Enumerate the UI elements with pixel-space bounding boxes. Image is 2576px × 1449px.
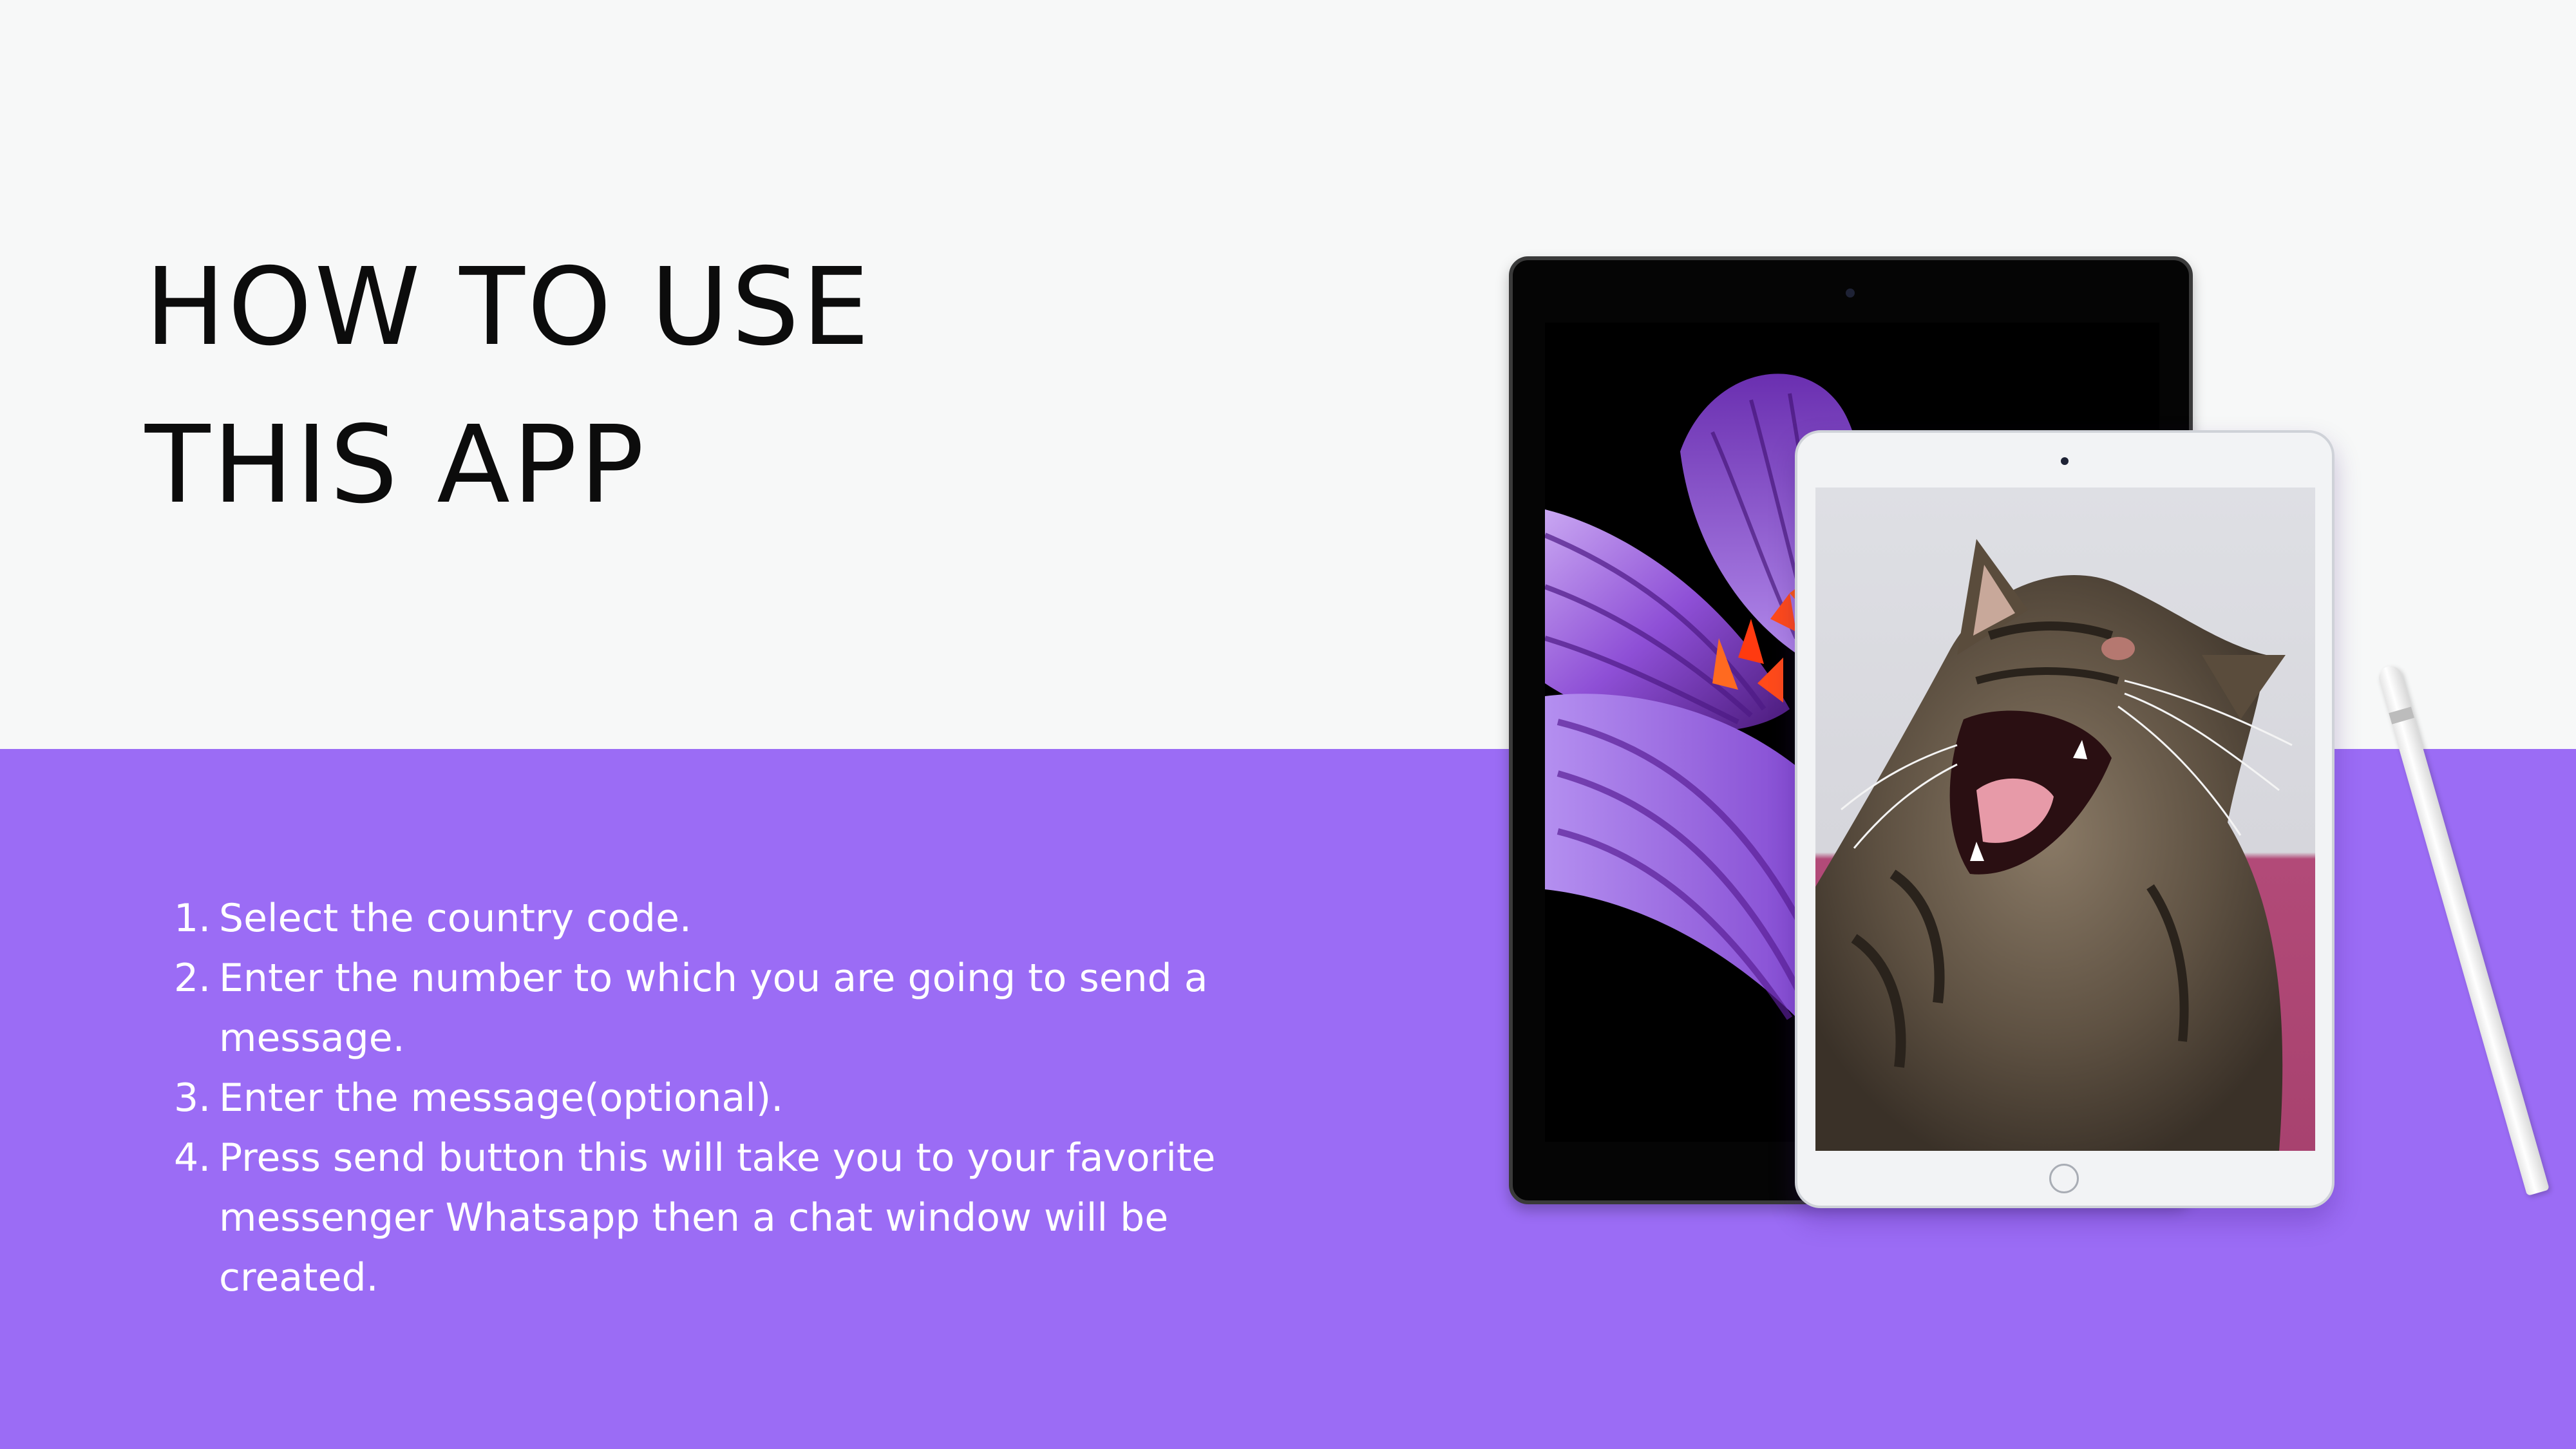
- page-title: HOW TO USE THIS APP: [145, 229, 872, 544]
- step-text: Enter the message(optional).: [219, 1075, 784, 1121]
- small-tablet-mockup: [1795, 430, 2334, 1208]
- step-text: Press send button this will take you to …: [219, 1135, 1216, 1300]
- title-line-1: HOW TO USE: [145, 245, 872, 370]
- step-number: 2.: [174, 956, 211, 1001]
- step-text: Select the country code.: [219, 896, 692, 941]
- cat-screen-image: [1815, 488, 2315, 1151]
- list-item: 1. Select the country code.: [174, 889, 1236, 949]
- front-camera: [1846, 289, 1855, 298]
- instruction-list: 1. Select the country code. 2. Enter the…: [174, 889, 1236, 1308]
- step-text: Enter the number to which you are going …: [219, 956, 1208, 1061]
- list-item: 3. Enter the message(optional).: [174, 1068, 1236, 1128]
- home-button: [2049, 1164, 2079, 1193]
- list-item: 4. Press send button this will take you …: [174, 1128, 1236, 1308]
- step-number: 3.: [174, 1075, 211, 1121]
- step-number: 4.: [174, 1135, 211, 1180]
- title-line-2: THIS APP: [145, 403, 647, 527]
- list-item: 2. Enter the number to which you are goi…: [174, 949, 1236, 1068]
- step-number: 1.: [174, 896, 211, 941]
- pencil-band: [2389, 706, 2414, 724]
- front-camera: [2061, 457, 2069, 465]
